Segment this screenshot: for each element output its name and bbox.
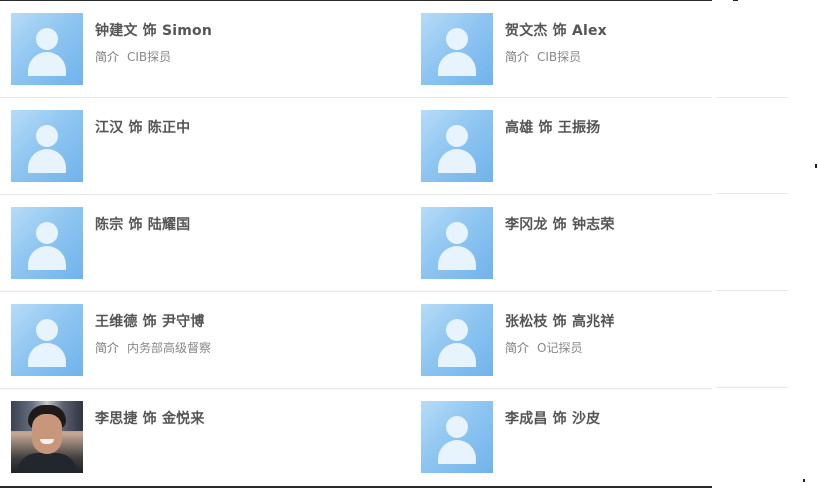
cast-row: 江汉 饰 陈正中 高雄 饰 王振扬: [0, 98, 712, 195]
avatar-head-shape: [446, 28, 468, 50]
avatar-shoulders-shape: [28, 52, 66, 76]
placeholder-avatar-icon[interactable]: [421, 13, 493, 85]
avatar-head-shape: [446, 125, 468, 147]
actor-role-name[interactable]: 陈宗 饰 陆耀国: [95, 214, 190, 234]
avatar-shoulders-shape: [438, 343, 476, 367]
intro-text: O记探员: [537, 341, 583, 355]
actor-role-name[interactable]: 贺文杰 饰 Alex: [505, 20, 607, 40]
avatar-head-shape: [36, 222, 58, 244]
role-intro: 简介 内务部高级督察: [95, 339, 211, 356]
cast-card[interactable]: 张松枝 饰 高兆祥 简介 O记探员: [421, 304, 721, 377]
actor-role-name[interactable]: 李成昌 饰 沙皮: [505, 408, 600, 428]
placeholder-avatar-icon[interactable]: [421, 304, 493, 376]
divider-fragment: [716, 193, 788, 194]
edge-artifact: [815, 164, 817, 168]
divider-fragment: [716, 97, 788, 98]
actor-role-name[interactable]: 李思捷 饰 金悦来: [95, 408, 205, 428]
avatar-shoulders-shape: [28, 246, 66, 270]
placeholder-avatar-icon[interactable]: [11, 13, 83, 85]
intro-text: CIB探员: [127, 50, 172, 64]
cast-card[interactable]: 陈宗 饰 陆耀国: [11, 207, 311, 280]
actor-role-name[interactable]: 江汉 饰 陈正中: [95, 117, 190, 137]
photo-body: [16, 453, 78, 473]
role-intro: 简介 CIB探员: [505, 48, 581, 65]
avatar-shoulders-shape: [438, 246, 476, 270]
placeholder-avatar-icon[interactable]: [421, 207, 493, 279]
role-intro: 简介 O记探员: [505, 339, 582, 356]
cast-card[interactable]: 钟建文 饰 Simon 简介 CIB探员: [11, 13, 311, 86]
cast-card[interactable]: 李冈龙 饰 钟志荣: [421, 207, 721, 280]
cast-card[interactable]: 贺文杰 饰 Alex 简介 CIB探员: [421, 13, 721, 86]
actor-role-name[interactable]: 高雄 饰 王振扬: [505, 117, 600, 137]
actor-photo[interactable]: [11, 401, 83, 473]
placeholder-avatar-icon[interactable]: [421, 401, 493, 473]
photo-face: [32, 414, 62, 454]
intro-text: CIB探员: [537, 50, 582, 64]
intro-label: 简介: [505, 50, 530, 64]
cast-row: 李思捷 饰 金悦来 李成昌 饰 沙皮: [0, 389, 712, 486]
edge-artifact: [803, 479, 805, 482]
actor-role-name[interactable]: 钟建文 饰 Simon: [95, 20, 212, 40]
placeholder-avatar-icon[interactable]: [11, 304, 83, 376]
avatar-head-shape: [36, 319, 58, 341]
avatar-head-shape: [36, 125, 58, 147]
avatar-head-shape: [446, 416, 468, 438]
intro-label: 简介: [95, 341, 120, 355]
avatar-shoulders-shape: [438, 52, 476, 76]
cast-row: 陈宗 饰 陆耀国 李冈龙 饰 钟志荣: [0, 195, 712, 292]
intro-label: 简介: [505, 341, 530, 355]
cast-card[interactable]: 王维德 饰 尹守博 简介 内务部高级督察: [11, 304, 311, 377]
cast-card[interactable]: 李成昌 饰 沙皮: [421, 401, 721, 474]
placeholder-avatar-icon[interactable]: [11, 207, 83, 279]
intro-text: 内务部高级督察: [127, 341, 212, 355]
avatar-head-shape: [36, 28, 58, 50]
actor-role-name[interactable]: 王维德 饰 尹守博: [95, 311, 205, 331]
avatar-shoulders-shape: [438, 440, 476, 464]
divider-fragment: [716, 387, 788, 388]
actor-role-name[interactable]: 张松枝 饰 高兆祥: [505, 311, 615, 331]
cast-card[interactable]: 江汉 饰 陈正中: [11, 110, 311, 183]
edge-artifact: [733, 0, 738, 1]
divider-fragment: [716, 290, 788, 291]
avatar-shoulders-shape: [28, 149, 66, 173]
avatar-shoulders-shape: [28, 343, 66, 367]
avatar-head-shape: [446, 222, 468, 244]
avatar-head-shape: [446, 319, 468, 341]
cast-list-frame: 钟建文 饰 Simon 简介 CIB探员 贺文杰 饰 Alex 简介 CIB探员 江…: [0, 0, 712, 488]
cast-card[interactable]: 李思捷 饰 金悦来: [11, 401, 311, 474]
cast-card[interactable]: 高雄 饰 王振扬: [421, 110, 721, 183]
cast-row: 王维德 饰 尹守博 简介 内务部高级督察 张松枝 饰 高兆祥 简介 O记探员: [0, 292, 712, 389]
placeholder-avatar-icon[interactable]: [11, 110, 83, 182]
placeholder-avatar-icon[interactable]: [421, 110, 493, 182]
intro-label: 简介: [95, 50, 120, 64]
role-intro: 简介 CIB探员: [95, 48, 171, 65]
cast-row: 钟建文 饰 Simon 简介 CIB探员 贺文杰 饰 Alex 简介 CIB探员: [0, 1, 712, 98]
actor-role-name[interactable]: 李冈龙 饰 钟志荣: [505, 214, 615, 234]
avatar-shoulders-shape: [438, 149, 476, 173]
